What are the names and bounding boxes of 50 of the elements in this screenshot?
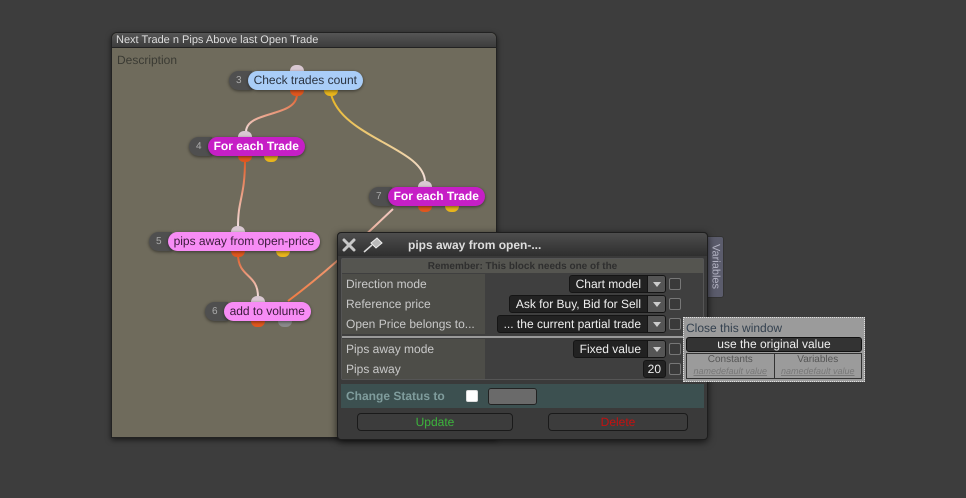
field-label: Open Price belongs to... bbox=[346, 316, 475, 333]
output-port[interactable] bbox=[238, 156, 252, 162]
field-label: Pips away bbox=[346, 361, 401, 378]
field-label: Direction mode bbox=[346, 276, 427, 293]
input-port[interactable] bbox=[231, 226, 245, 232]
close-window-link[interactable]: Close this window bbox=[686, 320, 862, 336]
caret-icon bbox=[652, 346, 660, 352]
status-label: Change Status to bbox=[346, 388, 446, 405]
pin-icon[interactable] bbox=[362, 236, 384, 254]
input-port[interactable] bbox=[238, 131, 252, 137]
close-icon[interactable] bbox=[342, 238, 356, 252]
checkbox[interactable] bbox=[669, 343, 681, 355]
caret-icon bbox=[652, 282, 660, 286]
update-button[interactable]: Update bbox=[357, 413, 513, 431]
output-port[interactable] bbox=[276, 251, 290, 257]
field-label: Reference price bbox=[346, 296, 431, 313]
checkbox[interactable] bbox=[669, 318, 681, 330]
node-label[interactable]: For each Trade bbox=[388, 187, 485, 206]
output-port[interactable] bbox=[251, 321, 265, 327]
column-header: Variables bbox=[797, 354, 838, 366]
input-port[interactable] bbox=[290, 65, 304, 71]
output-port[interactable] bbox=[324, 90, 338, 96]
checkbox[interactable] bbox=[669, 298, 681, 310]
caret-icon bbox=[652, 322, 660, 326]
output-port[interactable] bbox=[278, 321, 292, 327]
output-port[interactable] bbox=[290, 90, 304, 96]
output-port[interactable] bbox=[445, 206, 459, 212]
dropdown[interactable]: Chart model bbox=[568, 275, 666, 293]
field-label: Pips away mode bbox=[346, 341, 434, 358]
node-label[interactable]: pips away from open-price bbox=[168, 232, 320, 251]
column-header: Constants bbox=[708, 354, 753, 366]
status-field[interactable] bbox=[488, 388, 537, 404]
caret-icon bbox=[652, 302, 660, 306]
dialog-title: pips away from open-... bbox=[408, 236, 542, 254]
window-title: Next Trade n Pips Above last Open Trade bbox=[116, 32, 318, 48]
node-label[interactable]: Check trades count bbox=[248, 71, 363, 90]
output-port[interactable] bbox=[231, 251, 245, 257]
dropdown[interactable]: ... the current partial trade bbox=[496, 315, 666, 333]
node-label[interactable]: add to volume bbox=[224, 302, 311, 321]
dropdown[interactable]: Ask for Buy, Bid for Sell bbox=[508, 295, 666, 313]
number-field[interactable]: 20 bbox=[642, 360, 666, 378]
input-port[interactable] bbox=[418, 181, 432, 187]
original-value-button[interactable]: use the original value bbox=[686, 337, 862, 352]
output-port[interactable] bbox=[418, 206, 432, 212]
checkbox[interactable] bbox=[669, 363, 681, 375]
node-label[interactable]: For each Trade bbox=[208, 137, 305, 156]
dropdown[interactable]: Fixed value bbox=[572, 340, 666, 358]
input-port[interactable] bbox=[251, 296, 265, 302]
checkbox[interactable] bbox=[669, 278, 681, 290]
output-port[interactable] bbox=[264, 156, 278, 162]
